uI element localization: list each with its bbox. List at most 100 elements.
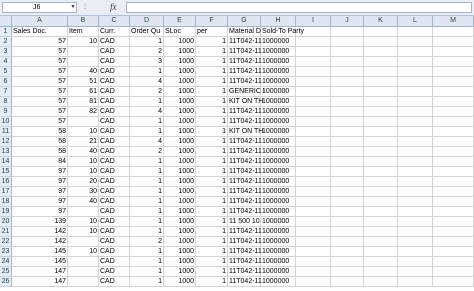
cell-d17[interactable]: 1 <box>130 187 164 197</box>
cell-f4[interactable]: 1 <box>196 57 228 67</box>
cell-m17[interactable] <box>433 187 474 197</box>
row-header[interactable]: 18 <box>0 197 12 207</box>
cell-d24[interactable]: 1 <box>130 257 164 267</box>
cell-h20[interactable]: 1000000 <box>261 217 296 227</box>
cell-a1[interactable]: Sales Doc. <box>12 27 68 37</box>
cell-a12[interactable]: 58 <box>12 137 68 147</box>
cell-j16[interactable] <box>331 177 364 187</box>
cell-c13[interactable]: CAD <box>99 147 130 157</box>
cell-c9[interactable]: CAD <box>99 107 130 117</box>
cell-f20[interactable]: 1 <box>196 217 228 227</box>
cell-j26[interactable] <box>331 277 364 287</box>
cell-m20[interactable] <box>433 217 474 227</box>
cell-f11[interactable]: 1 <box>196 127 228 137</box>
cell-l26[interactable] <box>398 277 433 287</box>
cell-j2[interactable] <box>331 37 364 47</box>
cell-i1[interactable] <box>296 27 331 37</box>
cell-b12[interactable]: 21 <box>68 137 99 147</box>
cell-h6[interactable]: 1000000 <box>261 77 296 87</box>
cell-l16[interactable] <box>398 177 433 187</box>
cell-l1[interactable] <box>398 27 433 37</box>
cell-k5[interactable] <box>364 67 398 77</box>
cell-e7[interactable]: 1000 <box>164 87 196 97</box>
cell-h10[interactable]: 1000000 <box>261 117 296 127</box>
cell-g11[interactable]: KIT ON TH <box>228 127 263 137</box>
cell-i7[interactable] <box>296 87 331 97</box>
cell-m13[interactable] <box>433 147 474 157</box>
cell-e22[interactable]: 1000 <box>164 237 196 247</box>
cell-h4[interactable]: 1000000 <box>261 57 296 67</box>
cell-a9[interactable]: 57 <box>12 107 68 117</box>
column-header-h[interactable]: H <box>261 16 296 27</box>
cell-j7[interactable] <box>331 87 364 97</box>
cell-h12[interactable]: 1000000 <box>261 137 296 147</box>
cell-e13[interactable]: 1000 <box>164 147 196 157</box>
cell-d3[interactable]: 2 <box>130 47 164 57</box>
cell-e12[interactable]: 1000 <box>164 137 196 147</box>
cell-g2[interactable]: 11T042-11 <box>228 37 262 47</box>
cell-a18[interactable]: 97 <box>12 197 68 207</box>
cell-i25[interactable] <box>296 267 331 277</box>
cell-b17[interactable]: 30 <box>68 187 99 197</box>
cell-c18[interactable]: CAD <box>99 197 130 207</box>
cell-k19[interactable] <box>364 207 398 217</box>
cell-i5[interactable] <box>296 67 331 77</box>
cell-c16[interactable]: CAD <box>99 177 130 187</box>
row-header[interactable]: 2 <box>0 37 12 47</box>
cell-b26[interactable] <box>68 277 99 287</box>
cell-c11[interactable]: CAD <box>99 127 130 137</box>
cell-c10[interactable]: CAD <box>99 117 130 127</box>
cell-i21[interactable] <box>296 227 331 237</box>
column-header-b[interactable]: B <box>68 16 99 27</box>
cell-b2[interactable]: 10 <box>68 37 99 47</box>
cell-k21[interactable] <box>364 227 398 237</box>
cell-k2[interactable] <box>364 37 398 47</box>
cell-l13[interactable] <box>398 147 433 157</box>
cell-d13[interactable]: 2 <box>130 147 164 157</box>
cell-l12[interactable] <box>398 137 433 147</box>
cell-g20[interactable]: 11 500 10 <box>228 217 261 227</box>
cell-i4[interactable] <box>296 57 331 67</box>
cell-e17[interactable]: 1000 <box>164 187 196 197</box>
cell-i17[interactable] <box>296 187 331 197</box>
cell-g10[interactable]: 11T042-11 <box>228 117 262 127</box>
cell-k10[interactable] <box>364 117 398 127</box>
cell-l9[interactable] <box>398 107 433 117</box>
cell-i22[interactable] <box>296 237 331 247</box>
cell-b1[interactable]: Item <box>68 27 99 37</box>
cell-i10[interactable] <box>296 117 331 127</box>
cell-e5[interactable]: 1000 <box>164 67 196 77</box>
cell-d5[interactable]: 1 <box>130 67 164 77</box>
cell-c15[interactable]: CAD <box>99 167 130 177</box>
cell-d19[interactable]: 1 <box>130 207 164 217</box>
cell-i3[interactable] <box>296 47 331 57</box>
cell-m15[interactable] <box>433 167 474 177</box>
cell-l25[interactable] <box>398 267 433 277</box>
cell-e25[interactable]: 1000 <box>164 267 196 277</box>
cell-e24[interactable]: 1000 <box>164 257 196 267</box>
cell-f26[interactable]: 1 <box>196 277 228 287</box>
cell-h15[interactable]: 1000000 <box>261 167 296 177</box>
cell-i19[interactable] <box>296 207 331 217</box>
cell-d8[interactable]: 1 <box>130 97 164 107</box>
row-header[interactable]: 17 <box>0 187 12 197</box>
cell-f9[interactable]: 1 <box>196 107 228 117</box>
cell-a6[interactable]: 57 <box>12 77 68 87</box>
cell-f15[interactable]: 1 <box>196 167 228 177</box>
cell-j13[interactable] <box>331 147 364 157</box>
cell-f13[interactable]: 1 <box>196 147 228 157</box>
row-header[interactable]: 5 <box>0 67 12 77</box>
cell-g5[interactable]: 11T042-11 <box>228 67 262 77</box>
cell-a23[interactable]: 145 <box>12 247 68 257</box>
cell-h18[interactable]: 1000000 <box>261 197 296 207</box>
cell-b25[interactable] <box>68 267 99 277</box>
cell-d18[interactable]: 1 <box>130 197 164 207</box>
cell-k20[interactable] <box>364 217 398 227</box>
cell-f7[interactable]: 1 <box>196 87 228 97</box>
cell-h3[interactable]: 1000000 <box>261 47 296 57</box>
column-header-c[interactable]: C <box>99 16 130 27</box>
cell-m25[interactable] <box>433 267 474 277</box>
row-header[interactable]: 21 <box>0 227 12 237</box>
cell-g21[interactable]: 11T042-11 <box>228 227 262 237</box>
cell-j19[interactable] <box>331 207 364 217</box>
